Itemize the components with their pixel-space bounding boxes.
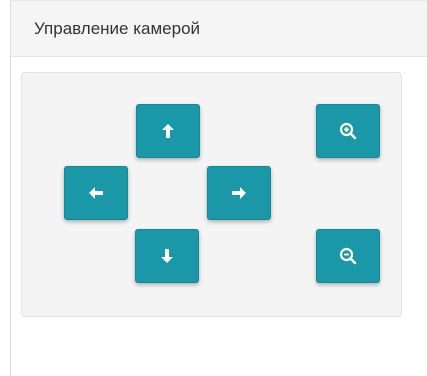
panel-header: Управление камерой — [11, 1, 427, 57]
arrow-left-icon — [88, 186, 104, 200]
pan-left-button[interactable] — [64, 166, 128, 220]
zoom-out-button[interactable] — [316, 229, 380, 283]
pan-right-button[interactable] — [207, 166, 271, 220]
arrow-up-icon — [161, 123, 175, 139]
zoom-out-icon — [339, 247, 357, 265]
arrow-down-icon — [160, 248, 174, 264]
zoom-in-button[interactable] — [316, 104, 380, 158]
panel-title: Управление камерой — [34, 18, 201, 38]
arrow-right-icon — [231, 186, 247, 200]
zoom-in-icon — [339, 122, 357, 140]
pan-up-button[interactable] — [136, 104, 200, 158]
pan-down-button[interactable] — [135, 229, 199, 283]
